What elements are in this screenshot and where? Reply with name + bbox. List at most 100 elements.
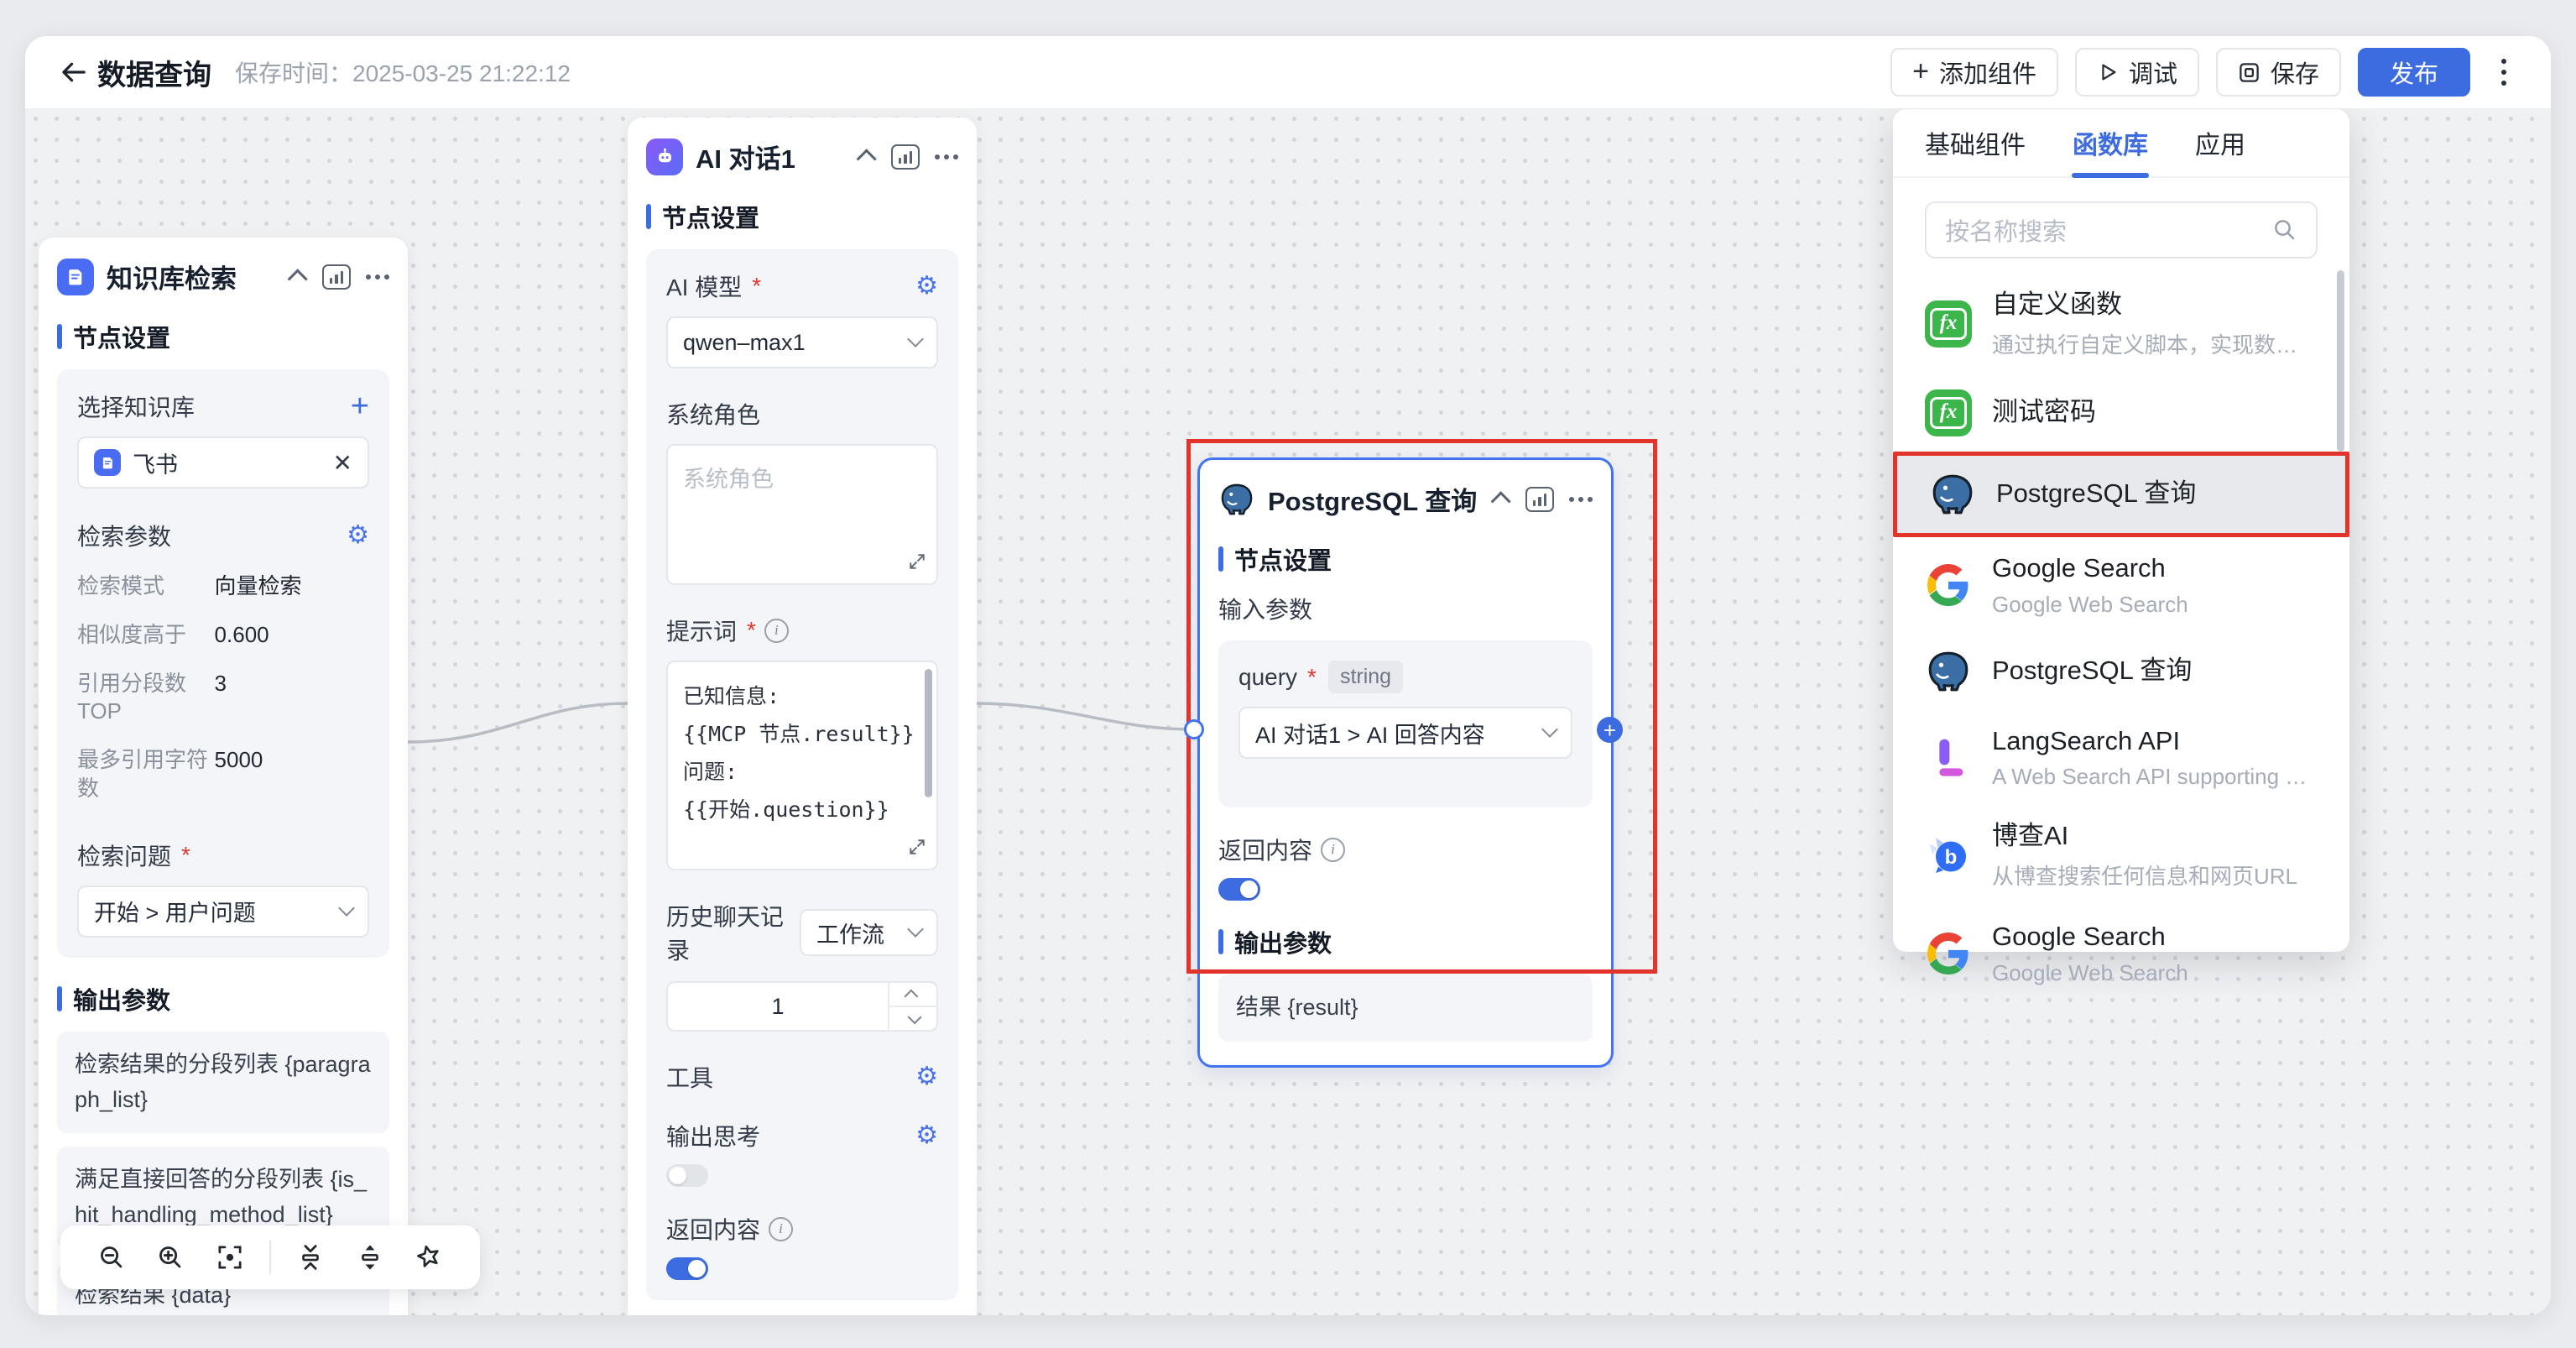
- tab-basic-components[interactable]: 基础组件: [1925, 109, 2026, 176]
- back-button[interactable]: [55, 54, 92, 91]
- info-icon[interactable]: [769, 1217, 793, 1241]
- langsearch-icon: [1925, 734, 1972, 781]
- panel-scrollbar[interactable]: [2337, 270, 2344, 452]
- selected-knowledge-base[interactable]: 飞书 ✕: [77, 436, 369, 489]
- param-row: 最多引用字符数 5000: [77, 746, 369, 803]
- panel-tabs: 基础组件 函数库 应用: [1893, 109, 2349, 178]
- save-button[interactable]: 保存: [2216, 48, 2341, 97]
- workflow-canvas[interactable]: 知识库检索 节点设置 选择知识库 +: [25, 108, 2551, 1315]
- node-menu-icon[interactable]: [935, 154, 958, 159]
- node-ai-chat[interactable]: AI 对话1 节点设置 AI 模型* ⚙ qw: [628, 118, 977, 1315]
- list-item-google-search[interactable]: Google Search Google Web Search: [1925, 537, 2318, 633]
- expand-icon[interactable]: [908, 552, 926, 575]
- collapse-all-button[interactable]: [291, 1238, 330, 1277]
- section-outputs: 输出参数: [73, 981, 170, 1016]
- node-menu-icon[interactable]: [366, 274, 389, 280]
- back-arrow-icon: [60, 58, 88, 86]
- kb-settings-card: 选择知识库 + 飞书 ✕ 检索参数 ⚙ 检索模式 向量检索: [57, 369, 389, 958]
- google-icon: [1925, 562, 1972, 609]
- tab-applications[interactable]: 应用: [2195, 109, 2245, 176]
- model-gear-icon[interactable]: ⚙: [915, 274, 938, 299]
- return-content-label: 返回内容: [666, 1212, 938, 1246]
- plus-icon: +: [1912, 57, 1929, 86]
- feishu-doc-icon: [94, 449, 121, 476]
- textarea-scrollbar[interactable]: [925, 669, 932, 797]
- history-label: 历史聊天记录: [666, 899, 800, 966]
- model-value: qwen–max1: [683, 330, 806, 356]
- postgresql-icon: [1925, 648, 1972, 695]
- canvas-control-bar: [60, 1225, 480, 1289]
- input-port[interactable]: [1184, 719, 1204, 739]
- tools-label: 工具: [666, 1060, 713, 1094]
- param-row: 检索模式 向量检索: [77, 572, 369, 601]
- list-item-custom-function[interactable]: fx 自定义函数 通过执行自定义脚本，实现数据处理: [1925, 274, 2318, 374]
- section-bar: [57, 986, 62, 1011]
- number-stepper[interactable]: [888, 983, 936, 1030]
- search-icon: [2272, 217, 2297, 243]
- top-bar: 数据查询 保存时间：2025-03-25 21:22:12 + 添加组件 调试 …: [25, 36, 2551, 108]
- thinking-label: 输出思考: [666, 1119, 760, 1152]
- history-rounds-input[interactable]: 1: [666, 981, 938, 1032]
- page-title: 数据查询: [97, 52, 211, 93]
- tab-function-library[interactable]: 函数库: [2073, 109, 2148, 176]
- expand-all-button[interactable]: [351, 1238, 389, 1277]
- prompt-textarea[interactable]: 已知信息: {{MCP 节点.result}} 问题: {{开始.questio…: [666, 661, 938, 870]
- publish-button[interactable]: 发布: [2358, 48, 2470, 97]
- highlight-rectangle: [1186, 439, 1657, 974]
- knowledge-base-icon: [57, 259, 94, 295]
- info-icon[interactable]: [764, 619, 789, 643]
- thinking-gear-icon[interactable]: ⚙: [915, 1123, 938, 1148]
- search-input[interactable]: 按名称搜索: [1925, 201, 2318, 259]
- run-data-icon[interactable]: [322, 264, 351, 290]
- history-scope-select[interactable]: 工作流: [800, 909, 938, 956]
- add-next-node-button[interactable]: +: [1597, 717, 1623, 743]
- search-params-gear-icon[interactable]: ⚙: [347, 523, 369, 548]
- thinking-toggle[interactable]: [666, 1164, 708, 1187]
- beautify-layout-button[interactable]: [409, 1238, 448, 1277]
- history-scope-value: 工作流: [816, 917, 884, 949]
- system-role-textarea[interactable]: 系统角色: [666, 444, 938, 585]
- list-item-bocha-ai[interactable]: b 博查AI 从博查搜索任何信息和网页URL: [1925, 805, 2318, 906]
- more-menu-button[interactable]: [2487, 54, 2521, 91]
- model-select[interactable]: qwen–max1: [666, 316, 938, 368]
- node-knowledge-retrieval[interactable]: 知识库检索 节点设置 选择知识库 +: [39, 238, 408, 1315]
- add-knowledge-base-button[interactable]: +: [351, 390, 369, 422]
- node-title: 知识库检索: [107, 258, 280, 295]
- list-item-test-password[interactable]: fx 测试密码: [1925, 374, 2318, 452]
- query-label: 检索问题*: [77, 839, 190, 872]
- section-node-settings: 节点设置: [662, 199, 759, 234]
- save-icon: [2238, 61, 2261, 84]
- bocha-ai-icon: b: [1925, 832, 1972, 879]
- search-placeholder: 按名称搜索: [1945, 212, 2272, 248]
- google-icon: [1925, 930, 1972, 977]
- fit-view-button[interactable]: [211, 1238, 249, 1277]
- collapse-icon[interactable]: [288, 269, 308, 289]
- query-source-select[interactable]: 开始 > 用户问题: [77, 886, 369, 938]
- chevron-down-icon: [338, 900, 355, 917]
- zoom-out-button[interactable]: [92, 1238, 131, 1277]
- section-node-settings: 节点设置: [73, 319, 170, 354]
- param-row: 引用分段数 TOP 3: [77, 670, 369, 727]
- query-source-value: 开始 > 用户问题: [94, 895, 256, 927]
- fx-icon: fx: [1925, 300, 1972, 347]
- list-item-google-search[interactable]: Google Search Google Web Search: [1925, 906, 2318, 1001]
- run-data-icon[interactable]: [891, 144, 920, 170]
- collapse-icon[interactable]: [857, 149, 877, 169]
- add-component-button[interactable]: + 添加组件: [1890, 48, 2058, 97]
- history-rounds-value: 1: [668, 983, 888, 1030]
- system-role-placeholder: 系统角色: [683, 467, 774, 492]
- debug-button[interactable]: 调试: [2075, 48, 2199, 97]
- stepper-up[interactable]: [889, 983, 936, 1007]
- tools-gear-icon[interactable]: ⚙: [915, 1064, 938, 1089]
- zoom-in-button[interactable]: [151, 1238, 190, 1277]
- return-content-toggle[interactable]: [666, 1257, 708, 1280]
- remove-kb-icon[interactable]: ✕: [333, 449, 352, 477]
- stepper-down[interactable]: [889, 1007, 936, 1030]
- list-item-postgresql-query-highlighted[interactable]: PostgreSQL 查询: [1893, 452, 2349, 537]
- node-title: AI 对话1: [696, 138, 849, 175]
- expand-icon[interactable]: [908, 838, 926, 860]
- section-bar: [57, 324, 62, 349]
- fx-icon: fx: [1925, 389, 1972, 436]
- list-item-postgresql-query[interactable]: PostgreSQL 查询: [1925, 633, 2318, 710]
- list-item-langsearch-api[interactable]: LangSearch API A Web Search API supporti…: [1925, 710, 2318, 806]
